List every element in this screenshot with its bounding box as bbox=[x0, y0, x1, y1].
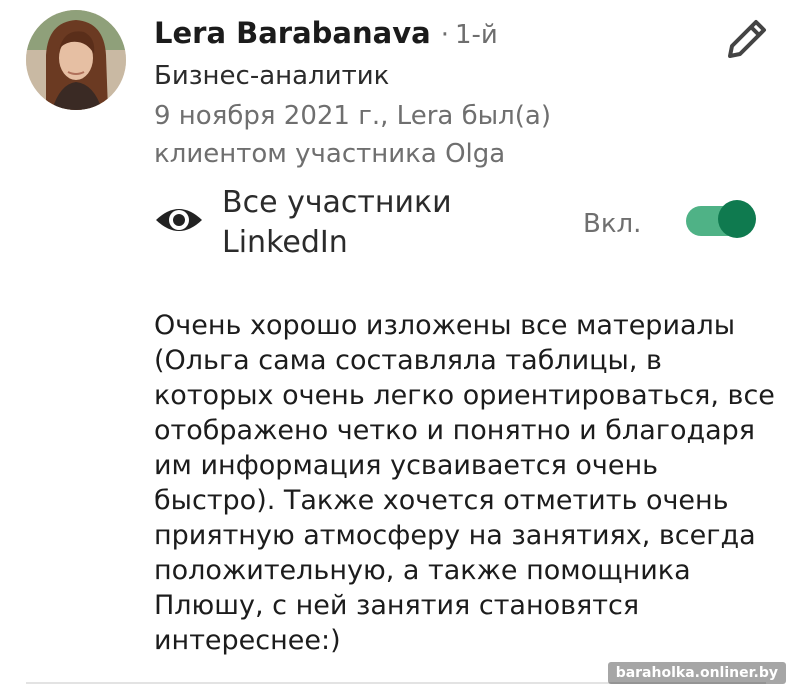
review-line: (Ольга сама составляла таблицы, в bbox=[154, 345, 662, 376]
relationship-text: 9 ноября 2021 г., Lera был(а) клиентом у… bbox=[154, 101, 551, 169]
eye-icon bbox=[154, 200, 204, 240]
review-line: Плюшу, с ней занятия становятся bbox=[154, 590, 640, 621]
watermark: baraholka.onliner.by bbox=[607, 662, 786, 684]
review-line: положительную, а также помощника bbox=[154, 555, 691, 586]
review-line: отображено четко и понятно и благодаря bbox=[154, 415, 756, 446]
visibility-label: Все участники LinkedIn bbox=[222, 185, 452, 260]
member-headline: Бизнес-аналитик bbox=[154, 61, 390, 91]
review-line: приятную атмосферу на занятиях, всегда bbox=[154, 520, 756, 551]
separator-dot: · bbox=[440, 20, 449, 50]
edit-button[interactable] bbox=[720, 12, 774, 66]
review-line: им информация усваивается очень bbox=[154, 450, 659, 481]
review-line: быстро). Также хочется отметить очень bbox=[154, 485, 729, 516]
review-line: интереснее:) bbox=[154, 625, 341, 656]
name-row: Lera Barabanava · 1-й bbox=[154, 14, 498, 54]
recommendation-text: Очень хорошо изложены все материалы (Оль… bbox=[154, 308, 775, 658]
visibility-toggle[interactable] bbox=[686, 200, 756, 240]
review-line: которых очень легко ориентироваться, все bbox=[154, 380, 775, 411]
toggle-state-label: Вкл. bbox=[583, 209, 642, 239]
recommendation-card: Lera Barabanava · 1-й Бизнес-аналитик 9 но… bbox=[0, 0, 800, 694]
avatar[interactable] bbox=[26, 10, 126, 110]
pencil-icon bbox=[728, 20, 766, 58]
member-name[interactable]: Lera Barabanava bbox=[154, 16, 431, 50]
connection-degree: 1-й bbox=[454, 20, 498, 50]
review-line: Очень хорошо изложены все материалы bbox=[154, 310, 736, 341]
avatar-photo bbox=[26, 10, 126, 110]
toggle-knob bbox=[718, 200, 756, 238]
